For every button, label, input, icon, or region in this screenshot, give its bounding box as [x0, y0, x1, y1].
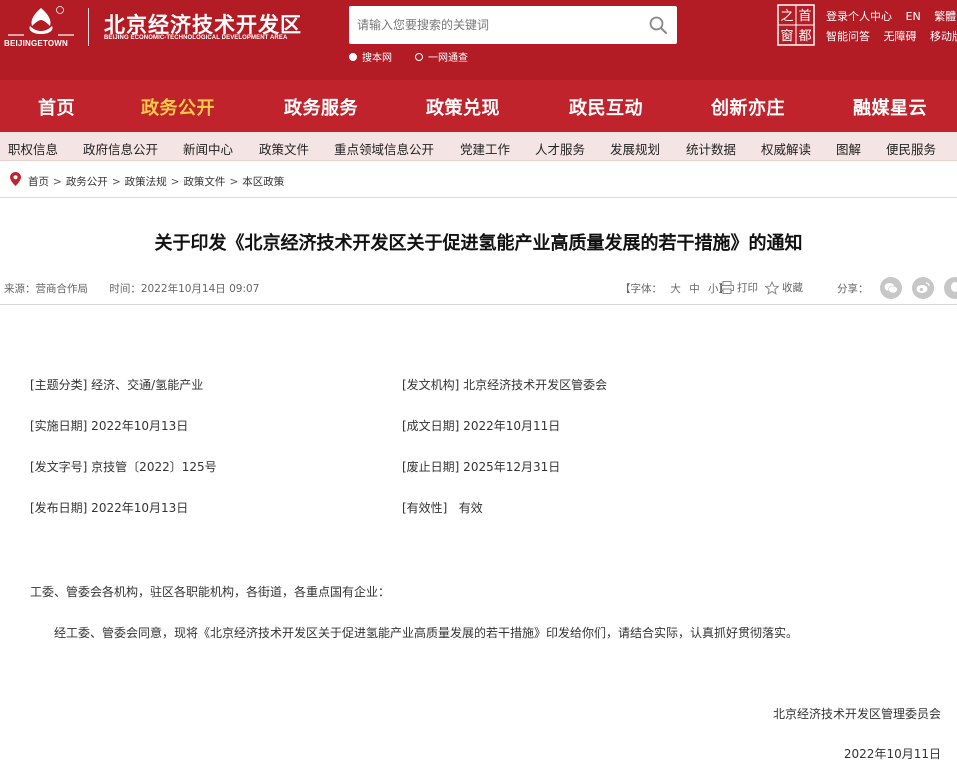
main-nav: 首页 政务公开 政务服务 政策兑现 政民互动 创新亦庄 融媒星云: [0, 80, 957, 132]
top-links-row2: 智能问答 无障碍 移动版: [826, 28, 957, 44]
info-expiry-date: [废止日期] 2025年12月31日: [402, 460, 561, 474]
search-scope-this-site[interactable]: 搜本网: [349, 49, 392, 64]
nav-government-services[interactable]: 政务服务: [284, 94, 358, 120]
font-size-label: 【字体：: [620, 283, 662, 295]
subnav-item[interactable]: 发展规划: [610, 139, 660, 158]
subnav-item[interactable]: 党建工作: [460, 139, 510, 158]
breadcrumb-item[interactable]: 本区政策: [242, 176, 284, 188]
capital-window-seal-icon[interactable]: 之 首 窗 都: [777, 4, 815, 46]
nav-media[interactable]: 融媒星云: [853, 94, 927, 120]
nav-government-affairs-disclosure[interactable]: 政务公开: [141, 94, 215, 120]
subnav-item[interactable]: 新闻中心: [183, 139, 233, 158]
search-scope-label: 搜本网: [362, 53, 392, 64]
smart-qa-link[interactable]: 智能问答: [826, 30, 870, 43]
breadcrumb-separator: >: [170, 176, 180, 188]
nav-innovation-yizhuang[interactable]: 创新亦庄: [711, 94, 785, 120]
article-time: 时间：2022年10月14日 09:07: [109, 283, 260, 295]
favorite-label: 收藏: [782, 282, 803, 294]
subnav-item[interactable]: 统计数据: [686, 139, 736, 158]
nav-policy-fulfillment[interactable]: 政策兑现: [426, 94, 500, 120]
search-box: [349, 6, 677, 44]
info-subject-category: [主题分类] 经济、交通/氢能产业: [30, 378, 204, 392]
info-written-date: [成文日期] 2022年10月11日: [402, 419, 561, 433]
info-effective-date: [实施日期] 2022年10月13日: [30, 419, 189, 433]
font-size-control: 【字体： 大 中 小】: [620, 281, 734, 296]
search-scope-all[interactable]: 一网通查: [415, 49, 468, 64]
seal-char: 之: [780, 9, 793, 24]
subnav-item[interactable]: 职权信息: [8, 139, 58, 158]
breadcrumb-trail: 首页 > 政务公开 > 政策法规 > 政策文件 > 本区政策: [28, 174, 284, 189]
seal-char: 窗: [780, 28, 793, 44]
radio-unselected-icon: [415, 52, 423, 61]
radio-selected-icon: [349, 52, 357, 61]
breadcrumb-item[interactable]: 政务公开: [66, 176, 108, 188]
subnav-item[interactable]: 政策文件: [259, 139, 309, 158]
breadcrumb-item[interactable]: 首页: [28, 176, 49, 188]
info-validity: [有效性] 有效: [402, 501, 483, 515]
star-icon: [765, 280, 779, 295]
english-link[interactable]: EN: [906, 10, 921, 23]
seal-char: 首: [798, 9, 811, 24]
subnav-item[interactable]: 政府信息公开: [83, 139, 158, 158]
article-meta: 来源：营商合作局 时间：2022年10月14日 09:07 【字体： 大 中 小…: [0, 275, 957, 305]
font-medium-button[interactable]: 中: [689, 283, 700, 295]
signature-date: 2022年10月11日: [843, 747, 941, 761]
search-input[interactable]: [349, 6, 639, 44]
share-label: 分享：: [837, 283, 869, 295]
subnav-item[interactable]: 权威解读: [761, 139, 811, 158]
breadcrumb-separator: >: [111, 176, 121, 188]
logo-english-text: BEIJINGETOWN: [4, 39, 69, 48]
font-large-button[interactable]: 大: [670, 283, 681, 295]
site-header: BEIJINGETOWN 北京经济技术开发区 BEIJING ECONOMIC-…: [0, 0, 957, 80]
info-issuing-agency: [发文机构] 北京经济技术开发区管委会: [402, 378, 608, 392]
signature-organization: 北京经济技术开发区管理委员会: [772, 707, 941, 721]
traditional-chinese-link[interactable]: 繁體: [934, 10, 956, 23]
location-pin-icon: [10, 172, 21, 186]
subnav-item[interactable]: 人才服务: [535, 139, 585, 158]
info-publish-date: [发布日期] 2022年10月13日: [30, 501, 189, 515]
accessibility-link[interactable]: 无障碍: [884, 30, 917, 43]
qq-share-icon[interactable]: [944, 277, 957, 299]
article-title: 关于印发《北京经济技术开发区关于促进氢能产业高质量发展的若干措施》的通知: [154, 233, 803, 254]
search-scope-label: 一网通查: [428, 53, 468, 64]
breadcrumb-item[interactable]: 政策文件: [183, 176, 225, 188]
print-button[interactable]: 打印: [720, 280, 758, 295]
sub-nav: 职权信息 政府信息公开 新闻中心 政策文件 重点领域信息公开 党建工作 人才服务…: [0, 132, 957, 161]
print-label: 打印: [737, 282, 758, 294]
seal-char: 都: [798, 29, 811, 44]
breadcrumb-item[interactable]: 政策法规: [125, 176, 167, 188]
article-greeting: 工委、管委会各机构，驻区各职能机构，各街道，各重点国有企业：: [30, 585, 391, 599]
subnav-item[interactable]: 重点领域信息公开: [334, 139, 434, 158]
logo-divider: [88, 8, 89, 46]
article-body: 经工委、管委会同意，现将《北京经济技术开发区关于促进氢能产业高质量发展的若干措施…: [54, 626, 799, 640]
article-source: 来源：营商合作局: [4, 283, 88, 295]
weibo-share-icon[interactable]: [912, 277, 934, 299]
favorite-button[interactable]: 收藏: [765, 280, 803, 295]
breadcrumb: 首页 > 政务公开 > 政策法规 > 政策文件 > 本区政策: [0, 161, 957, 198]
mobile-version-link[interactable]: 移动版: [930, 30, 957, 43]
nav-home[interactable]: 首页: [38, 94, 75, 120]
search-icon[interactable]: [647, 14, 669, 36]
breadcrumb-separator: >: [229, 176, 239, 188]
subnav-item[interactable]: 图解: [836, 139, 861, 158]
info-document-number: [发文字号] 京技管〔2022〕125号: [30, 460, 217, 474]
site-subtitle: BEIJING ECONOMIC-TECHNOLOGICAL DEVELOPME…: [104, 35, 288, 41]
top-links-row1: 登录个人中心 EN 繁體: [826, 8, 957, 24]
breadcrumb-separator: >: [53, 176, 62, 188]
nav-public-interaction[interactable]: 政民互动: [569, 94, 643, 120]
printer-icon: [720, 281, 734, 294]
meta-source-time: 来源：营商合作局 时间：2022年10月14日 09:07: [4, 281, 259, 296]
wechat-share-icon[interactable]: [880, 277, 902, 299]
login-link[interactable]: 登录个人中心: [826, 10, 892, 23]
subnav-item[interactable]: 便民服务: [886, 139, 936, 158]
